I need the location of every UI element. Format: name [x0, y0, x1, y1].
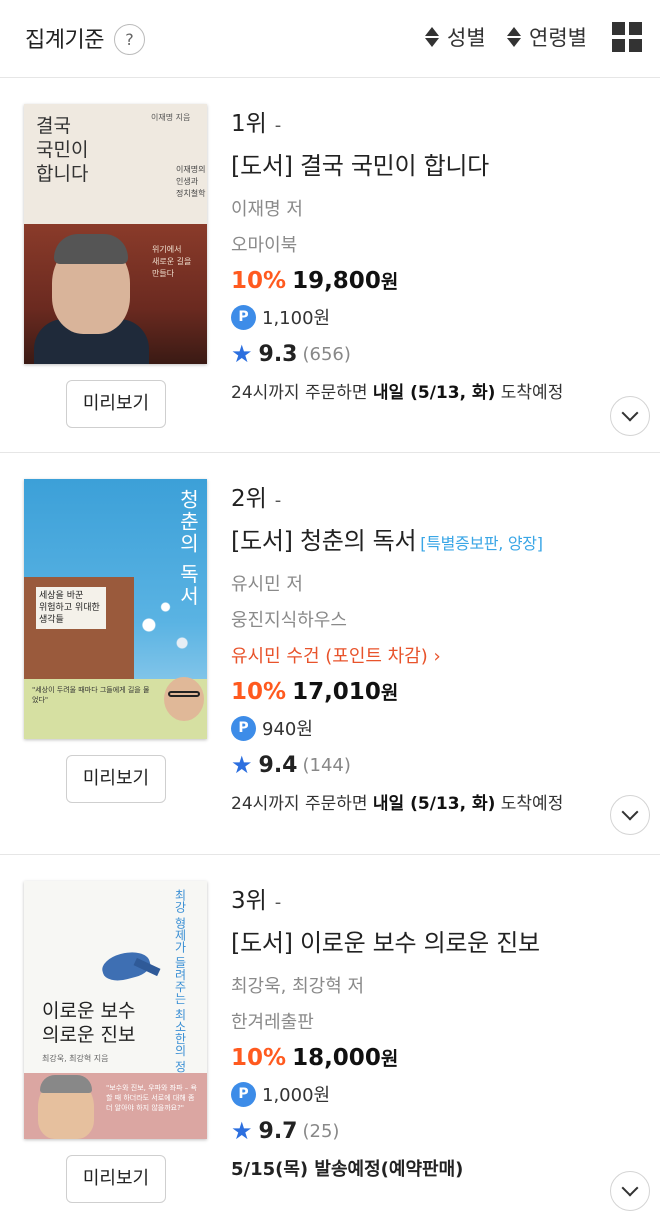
help-icon[interactable]: ?: [114, 24, 145, 55]
sale-price: 17,010: [292, 679, 381, 705]
ranking-header: 집계기준 ? 성별 연령별: [0, 0, 660, 78]
review-count: (25): [302, 1120, 340, 1142]
sort-age-button[interactable]: 연령별: [507, 22, 587, 52]
book-title[interactable]: [도서] 이로운 보수 의로운 진보: [231, 923, 660, 958]
sale-price: 18,000: [292, 1045, 381, 1071]
cover-subtitle: 세상을 바꾼 위험하고 위대한 생각들: [36, 587, 106, 629]
rank: 2위 -: [231, 486, 282, 512]
star-icon: ★: [231, 751, 253, 779]
book-author[interactable]: 유시민 저: [231, 570, 660, 596]
review-count: (144): [302, 754, 351, 776]
price: 10% 19,800원: [231, 268, 399, 294]
points: P 1,000원: [231, 1081, 660, 1107]
cover-title: 이로운 보수 의로운 진보: [42, 1000, 136, 1046]
preview-button[interactable]: 미리보기: [66, 380, 166, 428]
point-icon: P: [231, 1081, 256, 1107]
book-title[interactable]: [도서] 청춘의 독서 [특별증보판, 양장]: [231, 521, 660, 556]
book-info: 1위 - [도서] 결국 국민이 합니다 이재명 저 오마이북 10% 19,800…: [231, 104, 660, 403]
cover-photo-glasses: [168, 691, 200, 697]
point-icon: P: [231, 715, 256, 741]
point-icon: P: [231, 304, 256, 330]
delivery-info: 24시까지 주문하면 내일 (5/13, 화) 도착예정: [231, 383, 564, 403]
sale-price: 19,800: [292, 268, 381, 294]
preview-button[interactable]: 미리보기: [66, 755, 166, 803]
grid-view-icon[interactable]: [612, 22, 642, 52]
book-publisher[interactable]: 오마이북: [231, 231, 660, 257]
book-publisher[interactable]: 웅진지식하우스: [231, 606, 660, 632]
cover-title: 결국 국민이 합니다: [36, 115, 89, 185]
star-icon: ★: [231, 340, 253, 368]
cover-flowers: [124, 589, 207, 679]
cover-quote: "보수와 진보, 우파와 좌파 – 욕할 때 하더라도 서로에 대해 좀 더 알…: [106, 1084, 197, 1112]
book-title[interactable]: [도서] 결국 국민이 합니다: [231, 146, 660, 181]
delivery-info: 24시까지 주문하면 내일 (5/13, 화) 도착예정: [231, 794, 564, 814]
book-author[interactable]: 최강욱, 최강혁 저: [231, 972, 660, 998]
book-item: 최강 형제가 들려주는 최소한의 정치 교양 이로운 보수 의로운 진보 최강욱…: [0, 855, 660, 1227]
points: P 1,100원: [231, 304, 660, 330]
cover-photo-hair: [40, 1075, 92, 1093]
cover-author: 이재명 지음: [151, 113, 191, 122]
cover-photo-face: [164, 677, 204, 721]
book-item: 청춘의 독서 세상을 바꾼 위험하고 위대한 생각들 "세상이 두려울 때마다 …: [0, 453, 660, 855]
discount-rate: 10%: [231, 679, 287, 705]
rank: 3위 -: [231, 888, 282, 914]
review-count: (656): [302, 343, 351, 365]
book-cover[interactable]: 최강 형제가 들려주는 최소한의 정치 교양 이로운 보수 의로운 진보 최강욱…: [24, 881, 207, 1139]
cover-subtitle: 이재명의 인생과 정치철학: [176, 165, 206, 198]
criteria-title: 집계기준: [25, 28, 104, 53]
chevron-down-icon[interactable]: [610, 795, 650, 835]
book-author[interactable]: 이재명 저: [231, 195, 660, 221]
preview-button[interactable]: 미리보기: [66, 1155, 166, 1203]
cover-tagline: 위기에서 새로운 길을 만들다: [152, 245, 192, 278]
rating: ★ 9.3 (656): [231, 340, 351, 368]
chevron-down-icon[interactable]: [610, 396, 650, 436]
points: P 940원: [231, 715, 660, 741]
discount-rate: 10%: [231, 1045, 287, 1071]
book-info: 3위 - [도서] 이로운 보수 의로운 진보 최강욱, 최강혁 저 한겨레출판 …: [231, 881, 660, 1181]
cover-author: 최강욱, 최강혁 지음: [42, 1054, 109, 1063]
cover-photo-hair: [54, 234, 128, 264]
book-item: 결국 국민이 합니다 이재명 지음 이재명의 인생과 정치철학 위기에서 새로운…: [0, 78, 660, 453]
discount-rate: 10%: [231, 268, 287, 294]
book-cover[interactable]: 결국 국민이 합니다 이재명 지음 이재명의 인생과 정치철학 위기에서 새로운…: [24, 104, 207, 364]
sort-arrows-icon: [425, 27, 439, 47]
book-cover[interactable]: 청춘의 독서 세상을 바꾼 위험하고 위대한 생각들 "세상이 두려울 때마다 …: [24, 479, 207, 739]
sort-age-label: 연령별: [529, 26, 587, 50]
sort-arrows-icon: [507, 27, 521, 47]
gift-promo-link[interactable]: 유시민 수건 (포인트 차감) ›: [231, 642, 660, 668]
shipping-info: 5/15(목) 발송예정(예약판매): [231, 1159, 464, 1180]
book-publisher[interactable]: 한겨레출판: [231, 1008, 660, 1034]
sort-gender-label: 성별: [447, 26, 486, 50]
cover-quote: "세상이 두려울 때마다 그들에게 길을 물었다": [32, 686, 150, 704]
rating: ★ 9.4 (144): [231, 751, 351, 779]
price: 10% 18,000원: [231, 1045, 399, 1071]
rank: 1위 -: [231, 111, 282, 137]
sort-gender-button[interactable]: 성별: [425, 22, 486, 52]
rank-change: -: [274, 892, 282, 913]
book-info: 2위 - [도서] 청춘의 독서 [특별증보판, 양장] 유시민 저 웅진지식하우스…: [231, 479, 660, 814]
price: 10% 17,010원: [231, 679, 399, 705]
rank-change: -: [274, 115, 282, 136]
edition-tag: [특별증보판, 양장]: [420, 534, 543, 553]
rating: ★ 9.7 (25): [231, 1117, 340, 1145]
chevron-down-icon[interactable]: [610, 1171, 650, 1211]
rank-change: -: [274, 490, 282, 511]
star-icon: ★: [231, 1117, 253, 1145]
